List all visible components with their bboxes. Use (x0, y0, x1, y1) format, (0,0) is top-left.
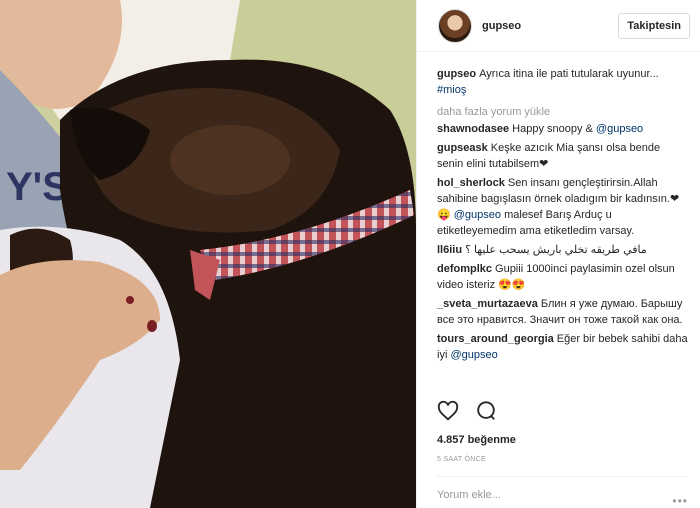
following-button[interactable]: Takiptesin (618, 12, 690, 39)
comment-mention[interactable]: @gupseo (450, 349, 497, 361)
comment-bubble-icon[interactable] (475, 400, 497, 422)
comment-username[interactable]: defomplkc (437, 263, 492, 275)
comment-item: hol_sherlock Sen insanı gençleştirirsin.A… (437, 175, 688, 239)
avatar[interactable] (438, 8, 472, 43)
caption-hashtag[interactable]: #mioş (437, 84, 466, 96)
comment-username[interactable]: tours_around_georgia (437, 333, 554, 345)
post-actions (437, 400, 497, 422)
comment-mention[interactable]: @gupseo (596, 123, 643, 135)
instagram-post: Y'S gupseo Takiptesin gupseo Ayrıca itin… (0, 0, 700, 508)
comments-list[interactable]: gupseo Ayrıca itina ile pati tutularak uy… (437, 66, 688, 393)
post-timestamp: 5 SAAT ÖNCE (437, 456, 486, 463)
comment-item: tours_around_georgia Eğer bir bebek sahib… (437, 331, 688, 363)
comment-item: defomplkc Gupiii 1000inci paylasimin ozel… (437, 261, 688, 293)
comment-item: ll6iiu مافي طريقه تخلي باريش يسحب عليها ؟ (437, 242, 688, 258)
caption: gupseo Ayrıca itina ile pati tutularak uy… (437, 66, 688, 98)
heart-icon[interactable] (437, 400, 459, 422)
comment-username[interactable]: _sveta_murtazaeva (437, 298, 538, 310)
comment-item: gupseask Keşke azıcık Mia şansı olsa bend… (437, 140, 688, 172)
post-header: gupseo Takiptesin (417, 0, 700, 52)
comment-username[interactable]: shawnodasee (437, 123, 509, 135)
comment-username[interactable]: ll6iiu (437, 244, 462, 256)
post-photo[interactable]: Y'S (0, 0, 416, 508)
load-more-comments-link[interactable]: daha fazla yorum yükle (437, 104, 688, 120)
caption-username[interactable]: gupseo (437, 68, 476, 80)
comment-text: Happy snoopy & (512, 123, 593, 135)
comment-item: shawnodasee Happy snoopy & @gupseo (437, 121, 688, 137)
add-comment-input[interactable]: Yorum ekle... (437, 476, 688, 501)
comment-item: _sveta_murtazaeva Блин я уже думаю. Барыш… (437, 296, 688, 328)
post-sidebar: gupseo Takiptesin gupseo Ayrıca itina ile… (416, 0, 700, 508)
comment-username[interactable]: gupseask (437, 142, 488, 154)
caption-text: Ayrıca itina ile pati tutularak uyunur..… (479, 68, 659, 80)
comment-text: مافي طريقه تخلي باريش يسحب عليها ؟ (465, 244, 647, 256)
dog-sleeping-photo: Y'S (0, 0, 416, 508)
svg-text:Y'S: Y'S (6, 165, 69, 209)
comment-username[interactable]: hol_sherlock (437, 177, 505, 189)
post-author-username[interactable]: gupseo (482, 20, 618, 32)
comment-mention[interactable]: @gupseo (454, 209, 501, 221)
more-options-button[interactable]: ••• (672, 494, 688, 508)
likes-count[interactable]: 4.857 beğenme (437, 434, 516, 446)
